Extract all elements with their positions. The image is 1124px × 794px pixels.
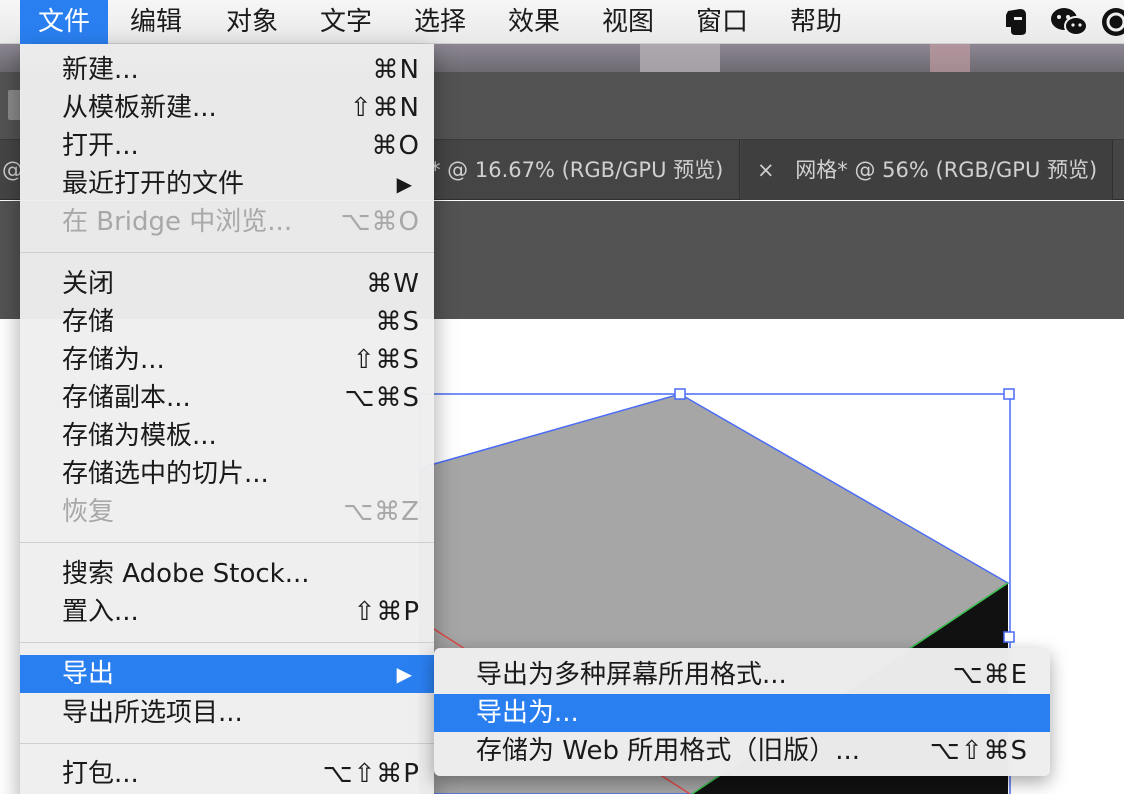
menu-item-new[interactable]: 新建... ⌘N [20,51,434,89]
menu-item-save-a-copy[interactable]: 存储副本... ⌥⌘S [20,379,434,417]
menu-item-revert: 恢复 ⌥⌘Z [20,493,434,531]
menu-item-new-from-template[interactable]: 从模板新建... ⇧⌘N [20,89,434,127]
wechat-icon[interactable] [1048,6,1090,38]
selection-handle [1003,388,1015,400]
shortcut: ⌘O [371,131,420,161]
menu-separator [20,542,434,543]
menu-window[interactable]: 窗口 [678,0,766,44]
menu-item-save[interactable]: 存储 ⌘S [20,303,434,341]
menu-item-close[interactable]: 关闭 ⌘W [20,265,434,303]
menu-item-browse-in-bridge: 在 Bridge 中浏览... ⌥⌘O [20,203,434,241]
menu-separator [20,252,434,253]
shortcut: ⌥⇧⌘S [929,736,1028,766]
menu-item-search-adobe-stock[interactable]: 搜索 Adobe Stock... [20,555,434,593]
selection-handle [1003,631,1015,643]
menu-edit[interactable]: 编辑 [112,0,200,44]
menu-bar: 文件 编辑 对象 文字 选择 效果 视图 窗口 帮助 [0,0,1124,44]
menu-effect[interactable]: 效果 [490,0,578,44]
menu-item-save-selected-slices[interactable]: 存储选中的切片... [20,455,434,493]
shortcut: ⌥⌘S [344,383,420,413]
menu-item-save-for-web-legacy[interactable]: 存储为 Web 所用格式（旧版）... ⌥⇧⌘S [434,732,1050,770]
selection-handle [674,388,686,400]
submenu-arrow-icon: ▶ [396,662,412,686]
shortcut: ⌥⌘E [952,660,1028,690]
menu-item-place[interactable]: 置入... ⇧⌘P [20,593,434,631]
export-submenu: 导出为多种屏幕所用格式... ⌥⌘E 导出为... 存储为 Web 所用格式（旧… [434,648,1050,776]
shortcut: ⌘N [372,55,420,85]
menu-file[interactable]: 文件 [20,0,109,44]
menu-type[interactable]: 文字 [302,0,390,44]
shortcut: ⌥⌘O [340,207,420,237]
menu-select[interactable]: 选择 [396,0,484,44]
shortcut: ⌥⌘Z [343,497,420,527]
shortcut: ⇧⌘S [352,345,420,375]
shortcut: ⌘S [375,307,420,337]
menu-item-export[interactable]: 导出 ▶ [20,655,434,693]
submenu-arrow-icon: ▶ [396,172,412,196]
menu-separator [20,642,434,643]
shortcut: ⌥⇧⌘P [322,759,420,789]
app-icon[interactable] [1100,6,1124,38]
file-menu: 新建... ⌘N 从模板新建... ⇧⌘N 打开... ⌘O 最近打开的文件 ▶… [20,44,434,794]
menu-item-export-selection[interactable]: 导出所选项目... [20,694,434,732]
menu-view[interactable]: 视图 [584,0,672,44]
shortcut: ⇧⌘N [349,93,420,123]
menu-item-save-as[interactable]: 存储为... ⇧⌘S [20,341,434,379]
menu-separator [20,743,434,744]
evernote-icon[interactable] [1000,6,1032,38]
shortcut: ⇧⌘P [353,597,420,627]
menu-item-export-as[interactable]: 导出为... [434,694,1050,732]
menu-item-open-recent[interactable]: 最近打开的文件 ▶ [20,165,434,203]
menu-item-open[interactable]: 打开... ⌘O [20,127,434,165]
menu-help[interactable]: 帮助 [772,0,860,44]
shortcut: ⌘W [366,269,420,299]
menu-item-package[interactable]: 打包... ⌥⇧⌘P [20,755,434,793]
menu-object[interactable]: 对象 [208,0,296,44]
menu-item-export-for-screens[interactable]: 导出为多种屏幕所用格式... ⌥⌘E [434,656,1050,694]
menu-item-save-as-template[interactable]: 存储为模板... [20,417,434,455]
